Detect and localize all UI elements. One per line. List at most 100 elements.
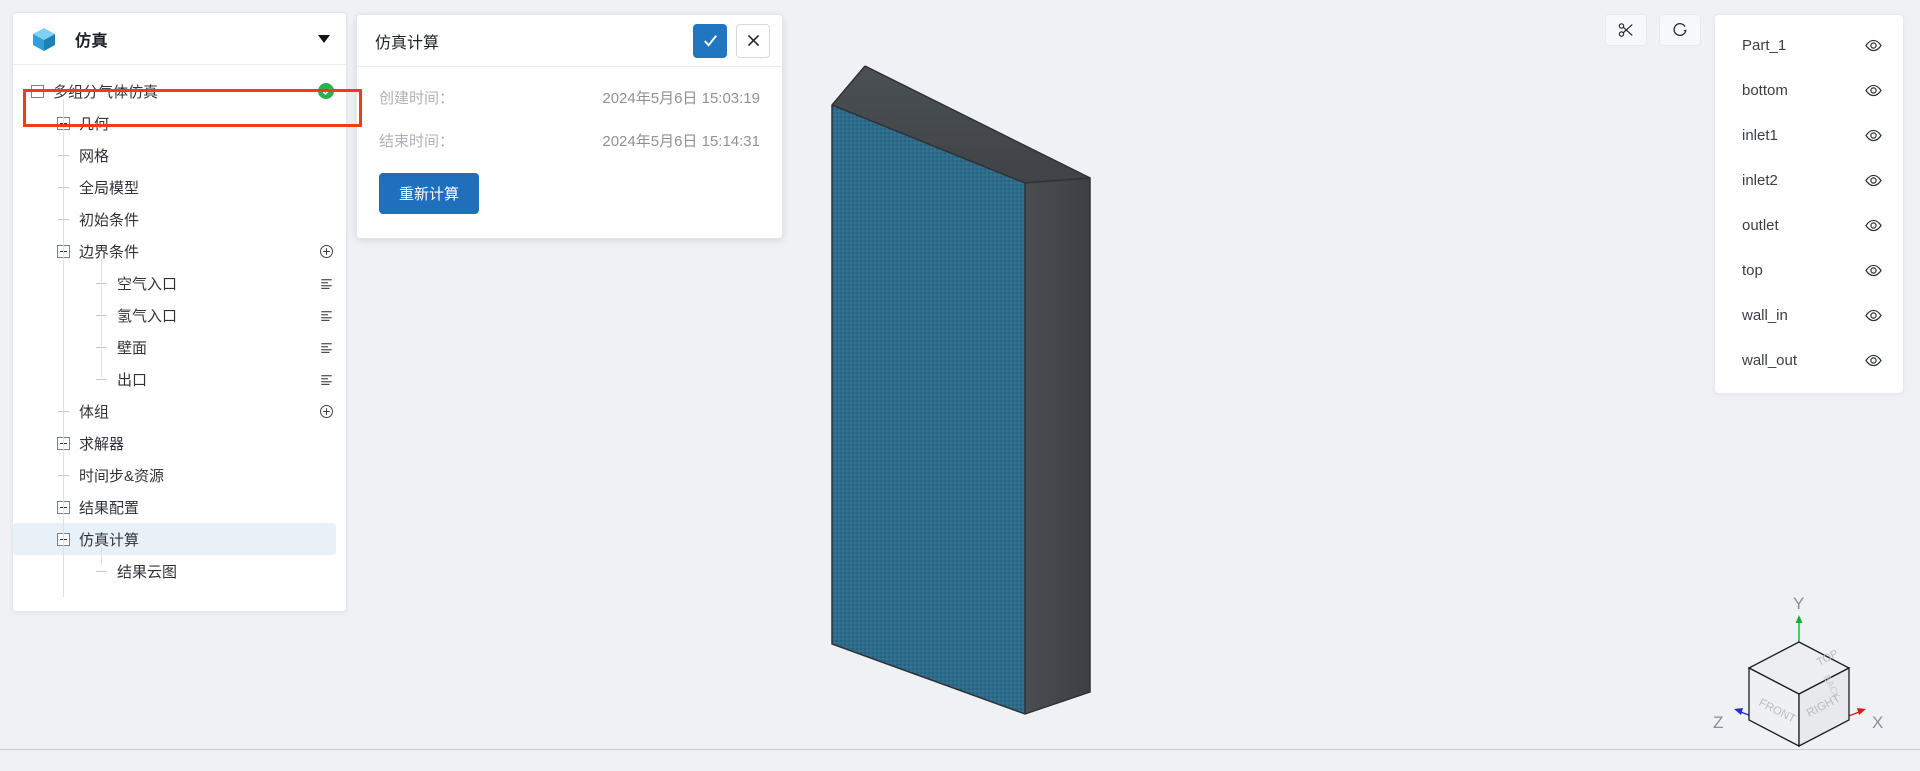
- eye-icon: [1865, 129, 1882, 142]
- close-button[interactable]: [736, 23, 770, 58]
- part-row[interactable]: inlet1: [1715, 113, 1903, 158]
- part-row[interactable]: wall_out: [1715, 338, 1903, 383]
- z-axis-arrow: [1734, 708, 1743, 715]
- visibility-toggle-button[interactable]: [1864, 81, 1883, 100]
- tree-item-label: 几何: [79, 115, 110, 133]
- item-options-button[interactable]: [319, 372, 334, 387]
- visibility-toggle-button[interactable]: [1864, 216, 1883, 235]
- navigation-cube[interactable]: TOP BACK FRONT RIGHT Y Z X: [1702, 589, 1902, 749]
- part-name-label: wall_out: [1742, 352, 1798, 369]
- item-options-button[interactable]: [319, 340, 334, 355]
- tree-item-label: 初始条件: [79, 211, 140, 229]
- part-name-label: Part_1: [1742, 37, 1787, 54]
- tree-item-label: 结果配置: [79, 499, 140, 517]
- created-time-label: 创建时间：: [379, 90, 455, 107]
- tree-item-label: 多组分气体仿真: [53, 83, 159, 101]
- part-row[interactable]: bottom: [1715, 68, 1903, 113]
- part-row[interactable]: Part_1: [1715, 23, 1903, 68]
- z-axis-label: Z: [1713, 713, 1723, 732]
- visibility-toggle-button[interactable]: [1864, 171, 1883, 190]
- add-button[interactable]: [319, 244, 334, 259]
- scissors-icon: [1618, 23, 1633, 37]
- recalculate-button[interactable]: 重新计算: [379, 173, 480, 214]
- collapse-icon[interactable]: [31, 84, 44, 98]
- page-title: 仿真: [75, 32, 109, 50]
- end-time-label: 结束时间：: [379, 133, 455, 150]
- visibility-toggle-button[interactable]: [1864, 261, 1883, 280]
- created-time-row: 创建时间： 2024年5月6日 15:03:19: [379, 87, 760, 108]
- part-name-label: wall_in: [1742, 307, 1788, 324]
- tree-item-label: 边界条件: [79, 243, 140, 261]
- part-name-label: outlet: [1742, 217, 1779, 234]
- list-icon: [321, 374, 332, 385]
- visibility-toggle-button[interactable]: [1864, 351, 1883, 370]
- tree-branch-line: [95, 565, 108, 578]
- status-badge: [318, 83, 334, 99]
- part-row[interactable]: top: [1715, 248, 1903, 293]
- scissors-button[interactable]: [1605, 14, 1647, 46]
- eye-icon: [1865, 84, 1882, 97]
- tree-guide-line: [63, 99, 64, 597]
- list-icon: [321, 310, 332, 321]
- end-time-row: 结束时间： 2024年5月6日 15:14:31: [379, 130, 760, 151]
- tree-item[interactable]: 仿真计算: [13, 523, 336, 555]
- eye-icon: [1865, 39, 1882, 52]
- eye-icon: [1865, 219, 1882, 232]
- visibility-toggle-button[interactable]: [1864, 36, 1883, 55]
- eye-icon: [1865, 309, 1882, 322]
- dialog-body: 创建时间： 2024年5月6日 15:03:19 结束时间： 2024年5月6日…: [357, 67, 782, 238]
- item-options-button[interactable]: [319, 276, 334, 291]
- list-icon: [321, 342, 332, 353]
- tree-item-label: 全局模型: [79, 179, 140, 197]
- application-window: 仿真 多组分气体仿真 几何 网格 全局模型 初始条件 边界条件 空气入口 氢气入口 壁面 出口 体组…: [0, 0, 1920, 771]
- check-icon: [322, 88, 330, 95]
- part-row[interactable]: inlet2: [1715, 158, 1903, 203]
- rotate-icon: [1673, 23, 1687, 36]
- created-time-value: 2024年5月6日 15:03:19: [602, 90, 760, 107]
- part-name-label: bottom: [1742, 82, 1788, 99]
- list-icon: [321, 278, 332, 289]
- part-row[interactable]: wall_in: [1715, 293, 1903, 338]
- end-time-value: 2024年5月6日 15:14:31: [602, 133, 760, 150]
- tree-item-label: 网格: [79, 147, 110, 165]
- plus-circle-icon: [320, 404, 333, 418]
- viewport-toolbar: [1605, 14, 1701, 46]
- tree-item-label: 仿真计算: [79, 531, 140, 549]
- x-axis-arrow: [1857, 708, 1866, 715]
- part-row[interactable]: outlet: [1715, 203, 1903, 248]
- y-axis-arrow: [1795, 615, 1803, 623]
- tree-item-label: 出口: [117, 371, 148, 389]
- eye-icon: [1865, 354, 1882, 367]
- tree-item-label: 求解器: [79, 435, 125, 453]
- part-name-label: inlet2: [1742, 172, 1778, 189]
- model-front-face: [832, 105, 1025, 714]
- eye-icon: [1865, 264, 1882, 277]
- rotate-button[interactable]: [1659, 14, 1701, 46]
- tree-guide-line: [101, 547, 102, 565]
- close-icon: [747, 34, 759, 47]
- part-name-label: top: [1742, 262, 1763, 279]
- tree-item-label: 壁面: [117, 339, 148, 357]
- model-side-face: [1025, 178, 1090, 714]
- chevron-down-icon[interactable]: [318, 34, 330, 43]
- visibility-toggle-button[interactable]: [1864, 126, 1883, 145]
- add-button[interactable]: [319, 404, 334, 419]
- simulation-tree-panel: 仿真 多组分气体仿真 几何 网格 全局模型 初始条件 边界条件 空气入口 氢气入口 壁面 出口 体组…: [12, 12, 362, 612]
- tree-item-label: 空气入口: [117, 275, 178, 293]
- dialog-header: 仿真计算: [357, 15, 782, 67]
- confirm-button[interactable]: [693, 23, 727, 58]
- tree-body: 多组分气体仿真 几何 网格 全局模型 初始条件 边界条件 空气入口 氢气入口 壁面 出口 体组 求解器…: [13, 65, 346, 611]
- eye-icon: [1865, 174, 1882, 187]
- y-axis-label: Y: [1793, 594, 1804, 613]
- tree-item-label: 结果云图: [117, 563, 178, 581]
- check-icon: [703, 35, 717, 47]
- status-bar: [0, 749, 1920, 771]
- tree-item-label: 氢气入口: [117, 307, 178, 325]
- visibility-toggle-button[interactable]: [1864, 306, 1883, 325]
- dialog-header-buttons: [693, 23, 770, 58]
- simulation-calculation-dialog: 仿真计算 创建时间： 2024年5月6日 15:03:19 结束时间： 2024…: [356, 14, 783, 239]
- tree-item-label: 时间步&资源: [79, 467, 165, 485]
- x-axis-label: X: [1872, 713, 1883, 732]
- cube-icon: [33, 27, 55, 51]
- item-options-button[interactable]: [319, 308, 334, 323]
